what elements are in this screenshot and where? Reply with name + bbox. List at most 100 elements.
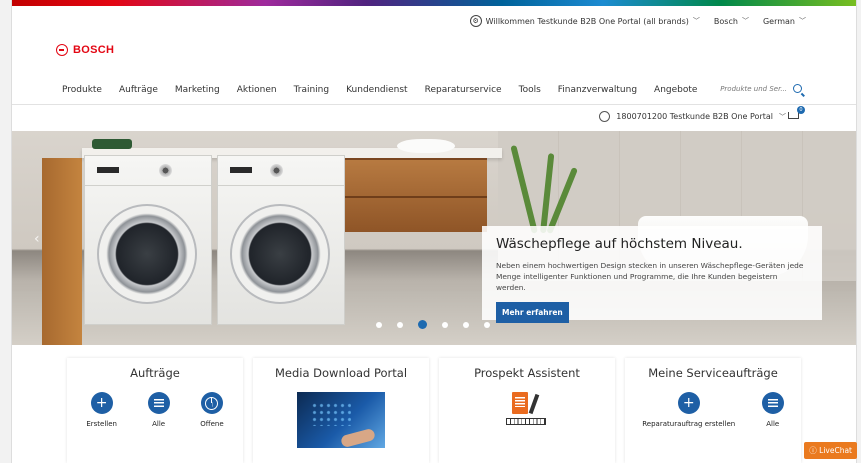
header-divider — [12, 104, 856, 105]
hero-washing-machine — [84, 155, 212, 325]
carousel-dot[interactable] — [463, 321, 469, 328]
carousel-indicators — [376, 320, 490, 329]
dryer-display — [230, 167, 252, 173]
nav-item-tools[interactable]: Tools — [519, 85, 541, 95]
hero-dryer — [217, 155, 345, 325]
tile-prospekt-assistent[interactable]: Prospekt Assistent — [439, 358, 615, 463]
nav-item-training[interactable]: Training — [294, 85, 330, 95]
document-icon — [512, 392, 528, 414]
washer-display — [97, 167, 119, 173]
bosch-armature-icon — [56, 44, 68, 56]
tile-title: Media Download Portal — [274, 366, 408, 380]
main-navigation: Produkte Aufträge Marketing Aktionen Tra… — [62, 85, 697, 95]
nav-item-produkte[interactable]: Produkte — [62, 85, 102, 95]
dryer-knob — [270, 164, 283, 177]
nav-item-aktionen[interactable]: Aktionen — [237, 85, 277, 95]
logo-text: BOSCH — [73, 44, 115, 56]
account-label: 1800701200 Testkunde B2B One Portal — [616, 112, 773, 121]
tile-media-download[interactable]: Media Download Portal — [253, 358, 429, 463]
action-alle[interactable]: Alle — [761, 392, 784, 428]
dashboard-tiles: Aufträge + Erstellen Alle Offene Media D… — [67, 358, 801, 463]
language-selector[interactable]: German ﹀ — [763, 16, 806, 26]
tile-title: Aufträge — [130, 366, 180, 380]
carousel-dot[interactable] — [376, 321, 382, 328]
plus-icon: + — [677, 392, 700, 414]
chevron-down-icon: ﹀ — [692, 17, 700, 25]
chevron-down-icon: ﹀ — [741, 17, 749, 25]
cart-button[interactable]: 0 — [788, 106, 805, 122]
tile-serviceauftraege[interactable]: Meine Serviceaufträge + Reparaturauftrag… — [625, 358, 801, 463]
washer-door — [97, 204, 197, 304]
list-icon — [147, 392, 170, 414]
tile-auftraege[interactable]: Aufträge + Erstellen Alle Offene — [67, 358, 243, 463]
carousel-dot[interactable] — [442, 321, 448, 328]
action-erstellen[interactable]: + Erstellen — [86, 392, 117, 428]
list-icon — [761, 392, 784, 414]
dryer-door — [230, 204, 330, 304]
cart-icon — [788, 112, 799, 119]
action-label: Offene — [200, 420, 224, 428]
nav-item-kundendienst[interactable]: Kundendienst — [346, 85, 408, 95]
ruler-icon — [506, 418, 546, 425]
plus-icon: + — [90, 392, 113, 414]
hero-towel — [92, 139, 132, 149]
clock-icon — [200, 392, 223, 414]
action-offene[interactable]: Offene — [200, 392, 224, 428]
search-box[interactable]: Produkte und Ser... — [720, 84, 802, 93]
livechat-label: LiveChat — [819, 446, 852, 455]
welcome-menu[interactable]: ⚙ Willkommen Testkunde B2B One Portal (a… — [469, 15, 700, 27]
nav-item-auftraege[interactable]: Aufträge — [119, 85, 158, 95]
nav-item-marketing[interactable]: Marketing — [175, 85, 220, 95]
nav-item-finanzverwaltung[interactable]: Finanzverwaltung — [558, 85, 637, 95]
hero-text: Neben einem hochwertigen Design stecken … — [496, 261, 804, 292]
media-portal-image — [297, 392, 385, 448]
hero-cta-button[interactable]: Mehr erfahren — [496, 302, 569, 323]
carousel-dot[interactable] — [484, 321, 490, 328]
action-label: Erstellen — [86, 420, 117, 428]
carousel-prev-icon[interactable]: ‹ — [34, 231, 40, 247]
tile-actions: + Erstellen Alle Offene — [67, 392, 243, 428]
hero-carousel: ‹ Wäschepflege auf höchstem Niveau. Nebe… — [12, 131, 856, 345]
cart-count-badge: 0 — [797, 106, 805, 114]
chevron-down-icon: ﹀ — [779, 112, 786, 121]
nav-item-reparaturservice[interactable]: Reparaturservice — [425, 85, 502, 95]
washer-panel — [85, 156, 211, 186]
action-label: Reparaturauftrag erstellen — [642, 420, 736, 428]
action-alle[interactable]: Alle — [147, 392, 170, 428]
nav-item-angebote[interactable]: Angebote — [654, 85, 697, 95]
brand-label: Bosch — [713, 16, 738, 26]
dryer-panel — [218, 156, 344, 186]
search-icon[interactable] — [793, 84, 802, 93]
gear-icon: ⚙ — [469, 15, 482, 27]
tile-actions: + Reparaturauftrag erstellen Alle — [625, 392, 801, 428]
action-reparaturauftrag-erstellen[interactable]: + Reparaturauftrag erstellen — [642, 392, 735, 428]
pen-icon — [528, 393, 540, 415]
hero-sink — [397, 139, 455, 153]
chat-question-icon: ⓘ — [809, 446, 817, 455]
hero-caption: Wäschepflege auf höchstem Niveau. Neben … — [482, 226, 822, 323]
search-input[interactable]: Produkte und Ser... — [720, 85, 787, 93]
action-label: Alle — [152, 420, 166, 428]
user-icon — [599, 111, 611, 122]
hero-cabinet — [332, 158, 487, 232]
top-utility-bar: ⚙ Willkommen Testkunde B2B One Portal (a… — [469, 15, 806, 27]
hero-title: Wäschepflege auf höchstem Niveau. — [496, 236, 743, 252]
carousel-dot[interactable] — [418, 320, 427, 329]
hero-wood-panel — [42, 158, 82, 345]
bosch-logo[interactable]: BOSCH — [56, 44, 114, 56]
carousel-dot[interactable] — [397, 321, 403, 328]
page-frame: ⚙ Willkommen Testkunde B2B One Portal (a… — [11, 0, 857, 463]
language-label: German — [762, 16, 795, 26]
account-selector[interactable]: 1800701200 Testkunde B2B One Portal ﹀ — [599, 111, 786, 122]
hero-plant — [510, 133, 579, 235]
washer-knob — [159, 164, 172, 177]
chevron-down-icon: ﹀ — [799, 17, 806, 25]
tile-title: Meine Serviceaufträge — [648, 366, 778, 380]
brand-selector[interactable]: Bosch ﹀ — [714, 16, 749, 26]
livechat-button[interactable]: ⓘ LiveChat — [804, 442, 857, 459]
brochure-design-icon — [502, 392, 552, 428]
tile-title: Prospekt Assistent — [474, 366, 580, 380]
action-label: Alle — [766, 420, 780, 428]
welcome-text: Willkommen Testkunde B2B One Portal (all… — [485, 16, 689, 26]
brand-rainbow-bar — [12, 0, 856, 6]
